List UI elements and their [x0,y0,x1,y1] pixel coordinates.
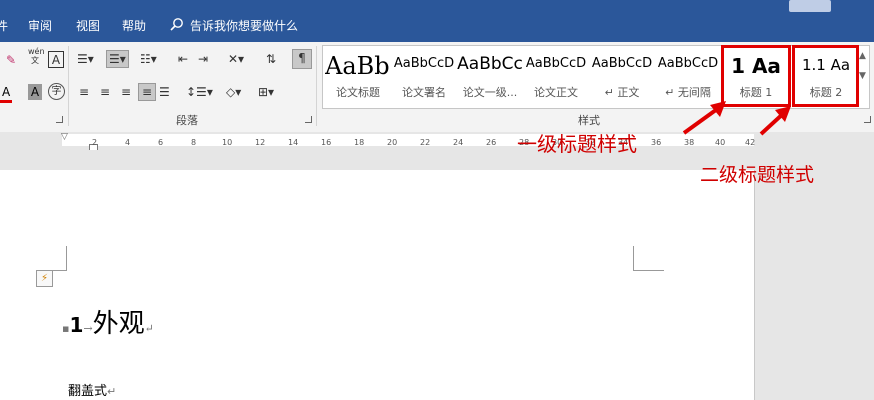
paragraph-group-label: 段落 [176,114,198,127]
styles-scroll-up-icon[interactable]: ▲ [859,48,866,64]
ruler-tick: 10 [222,138,233,147]
styles-scroll-down-icon[interactable]: ▼ [859,68,866,84]
body-paragraph-text: 翻盖式 [68,384,108,399]
heading2-highlight [792,45,859,107]
sort-icon[interactable]: ⇅ [266,51,276,67]
annotation-heading1: 一级标题样式 [517,132,637,156]
font-launcher-icon[interactable] [56,116,63,123]
ruler-tick: 14 [288,138,299,147]
char-shading-button[interactable]: A [28,84,42,100]
paragraph-launcher-icon[interactable] [305,116,312,123]
ruler-tick: 36 [651,138,662,147]
ruler-tick: 6 [158,138,164,147]
crop-mark-left [36,246,67,271]
heading-number: 1 [69,313,84,337]
ruler-tick: 8 [191,138,197,147]
login-button[interactable] [789,0,831,12]
ruler-tick: 12 [255,138,266,147]
align-left-icon[interactable]: ≡ [79,84,89,100]
ruler-tick: 24 [453,138,464,147]
ruler-tick: 16 [321,138,332,147]
document-heading[interactable]: ▪1→外观↵ [62,303,154,340]
style-thesis-title[interactable]: AaBbC 论文标题 [325,46,391,106]
numbering-icon[interactable]: ☰▾ [106,50,129,68]
decrease-indent-icon[interactable]: ⇤ [178,51,188,67]
styles-launcher-icon[interactable] [864,116,871,123]
borders-icon[interactable]: ⊞▾ [258,84,274,100]
search-icon[interactable] [170,17,184,34]
char-border-button[interactable]: A [48,51,64,68]
body-paragraph[interactable]: 翻盖式↵ [68,380,116,399]
menu-review[interactable]: 审阅 [28,17,52,34]
tab-mark: → [83,322,93,335]
heading-text: 外观 [92,309,145,339]
enclose-char-icon[interactable]: 字 [48,83,65,100]
ruler-tick: 2 [92,138,98,147]
ruler-tick: 4 [125,138,131,147]
align-right-icon[interactable]: ≡ [121,84,131,100]
shading-icon[interactable]: ◇▾ [226,84,241,100]
group-separator [316,46,317,126]
style-thesis-body[interactable]: AaBbCcD 论文正文 [523,46,589,106]
line-spacing-icon[interactable]: ↕☰▾ [186,84,213,100]
menu-help[interactable]: 帮助 [122,17,146,34]
clear-format-icon[interactable]: ✎ [6,52,16,68]
phonetic-guide-button[interactable]: wén 文 [28,47,45,65]
group-separator [68,46,69,126]
annotation-arrow-2-icon [759,106,791,136]
style-thesis-author[interactable]: AaBbCcD 论文署名 [391,46,457,106]
chinese-layout-icon[interactable]: ✕▾ [228,51,244,67]
ruler-tick: 20 [387,138,398,147]
style-thesis-level1[interactable]: AaBbCc 论文一级... [457,46,523,106]
paragraph-mark: ↵ [107,385,117,398]
annotation-heading2: 二级标题样式 [700,164,815,186]
ruler-tick: 26 [486,138,497,147]
tell-me-search[interactable]: 告诉我你想要做什么 [190,17,298,34]
menu-view[interactable]: 视图 [76,17,100,34]
font-color-button[interactable]: A [2,84,10,100]
crop-mark-right [633,246,664,271]
ruler-tick: 22 [420,138,431,147]
menu-file[interactable]: 件 [0,17,8,34]
justify-icon[interactable]: ≡ [138,83,156,101]
align-center-icon[interactable]: ≡ [100,84,110,100]
title-bar [0,0,874,8]
style-normal[interactable]: AaBbCcD ↵ 正文 [589,46,655,106]
menu-bar: 件 审阅 视图 帮助 告诉我你想要做什么 [0,0,874,42]
document-page[interactable]: ⚡ ▪1→外观↵ 翻盖式↵ [0,170,755,400]
show-marks-icon[interactable]: ¶ [292,49,312,69]
indent-marker-icon[interactable]: ▽ [61,132,68,142]
increase-indent-icon[interactable]: ⇥ [198,51,208,67]
distributed-icon[interactable]: ☰ [159,84,170,100]
multilevel-list-icon[interactable]: ☷▾ [140,51,157,67]
bullets-icon[interactable]: ☰▾ [77,51,94,67]
ruler-tick: 18 [354,138,365,147]
font-color-swatch [0,100,12,103]
quick-layout-icon[interactable]: ⚡ [36,270,53,287]
styles-group-label: 样式 [578,114,600,127]
paragraph-mark: ↵ [144,322,154,335]
